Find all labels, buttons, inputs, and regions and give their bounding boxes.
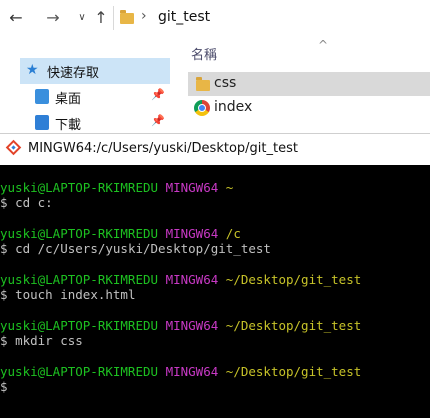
file-name: css — [214, 75, 237, 91]
prompt-path: ~/Desktop/git_test — [225, 364, 362, 379]
forward-arrow-icon[interactable]: → — [43, 8, 63, 28]
pin-icon[interactable]: 📌 — [151, 88, 165, 101]
prompt-line: yuski@LAPTOP-RKIMREDU MINGW64 /c — [0, 226, 241, 241]
prompt-user-host: yuski@LAPTOP-RKIMREDU — [0, 226, 159, 241]
prompt-path: ~/Desktop/git_test — [225, 272, 362, 287]
window-title: MINGW64:/c/Users/yuski/Desktop/git_test — [28, 141, 298, 156]
back-arrow-icon[interactable]: ← — [6, 8, 26, 28]
prompt-path: ~ — [225, 180, 234, 195]
prompt-line: yuski@LAPTOP-RKIMREDU MINGW64 ~/Desktop/… — [0, 364, 361, 379]
sidebar-item-quick-access[interactable]: ★ 快速存取 — [20, 58, 170, 84]
breadcrumb-chevron-icon: › — [141, 8, 147, 24]
sidebar-item-label: 快速存取 — [47, 66, 100, 81]
command-line: $ touch index.html — [0, 287, 135, 302]
prompt-symbol: $ — [0, 379, 8, 394]
terminal-output[interactable]: yuski@LAPTOP-RKIMREDU MINGW64 ~ $ cd c: … — [0, 165, 430, 418]
command-line: $ — [0, 379, 8, 394]
sidebar-item-label: 桌面 — [55, 92, 82, 107]
sidebar-item-desktop[interactable]: 桌面 📌 — [35, 85, 175, 109]
prompt-line: yuski@LAPTOP-RKIMREDU MINGW64 ~/Desktop/… — [0, 318, 361, 333]
command-line: $ mkdir css — [0, 333, 83, 348]
prompt-symbol: $ — [0, 241, 8, 256]
prompt-shell: MINGW64 — [165, 272, 219, 287]
terminal-title-bar[interactable]: MINGW64:/c/Users/yuski/Desktop/git_test — [0, 133, 430, 165]
prompt-symbol: $ — [0, 333, 8, 348]
folder-icon — [120, 10, 134, 24]
address-box[interactable]: › git_test — [113, 6, 430, 30]
prompt-shell: MINGW64 — [165, 318, 219, 333]
recent-locations-chevron-icon[interactable]: ∨ — [72, 8, 92, 28]
command-text: cd c: — [15, 195, 53, 210]
up-arrow-icon[interactable]: ↑ — [91, 8, 111, 28]
sidebar-item-label: 下載 — [55, 118, 82, 133]
prompt-shell: MINGW64 — [165, 226, 219, 241]
sidebar-item-downloads[interactable]: 下載 📌 — [35, 111, 175, 135]
command-text: mkdir css — [15, 333, 83, 348]
download-icon — [35, 115, 49, 130]
prompt-path: ~/Desktop/git_test — [225, 318, 362, 333]
prompt-line: yuski@LAPTOP-RKIMREDU MINGW64 ~/Desktop/… — [0, 272, 361, 287]
file-row-index[interactable]: index — [188, 96, 430, 120]
prompt-user-host: yuski@LAPTOP-RKIMREDU — [0, 318, 159, 333]
sort-arrow-icon: ^ — [318, 38, 329, 52]
desktop-icon — [35, 89, 49, 104]
prompt-shell: MINGW64 — [165, 364, 219, 379]
command-line: $ cd /c/Users/yuski/Desktop/git_test — [0, 241, 271, 256]
prompt-shell: MINGW64 — [165, 180, 219, 195]
prompt-line: yuski@LAPTOP-RKIMREDU MINGW64 ~ — [0, 180, 233, 195]
file-explorer-window: ← → ∨ ↑ › git_test ^ 名稱 ★ 快速存取 桌面 📌 下載 📌… — [0, 0, 430, 136]
breadcrumb-current-folder[interactable]: git_test — [158, 9, 210, 25]
git-logo-icon — [5, 139, 22, 156]
command-text: cd /c/Users/yuski/Desktop/git_test — [15, 241, 271, 256]
prompt-symbol: $ — [0, 195, 8, 210]
star-icon: ★ — [26, 62, 39, 78]
command-line: $ cd c: — [0, 195, 53, 210]
command-text: touch index.html — [15, 287, 136, 302]
prompt-symbol: $ — [0, 287, 8, 302]
prompt-user-host: yuski@LAPTOP-RKIMREDU — [0, 272, 159, 287]
chrome-icon — [194, 100, 210, 116]
prompt-user-host: yuski@LAPTOP-RKIMREDU — [0, 180, 159, 195]
address-bar-row: ← → ∨ ↑ › git_test — [0, 0, 430, 38]
file-row-css[interactable]: css — [188, 72, 430, 96]
folder-icon — [196, 77, 210, 91]
column-header-name[interactable]: 名稱 — [191, 44, 217, 63]
pin-icon[interactable]: 📌 — [151, 114, 165, 127]
file-name: index — [214, 99, 253, 115]
prompt-path: /c — [225, 226, 241, 241]
prompt-user-host: yuski@LAPTOP-RKIMREDU — [0, 364, 159, 379]
